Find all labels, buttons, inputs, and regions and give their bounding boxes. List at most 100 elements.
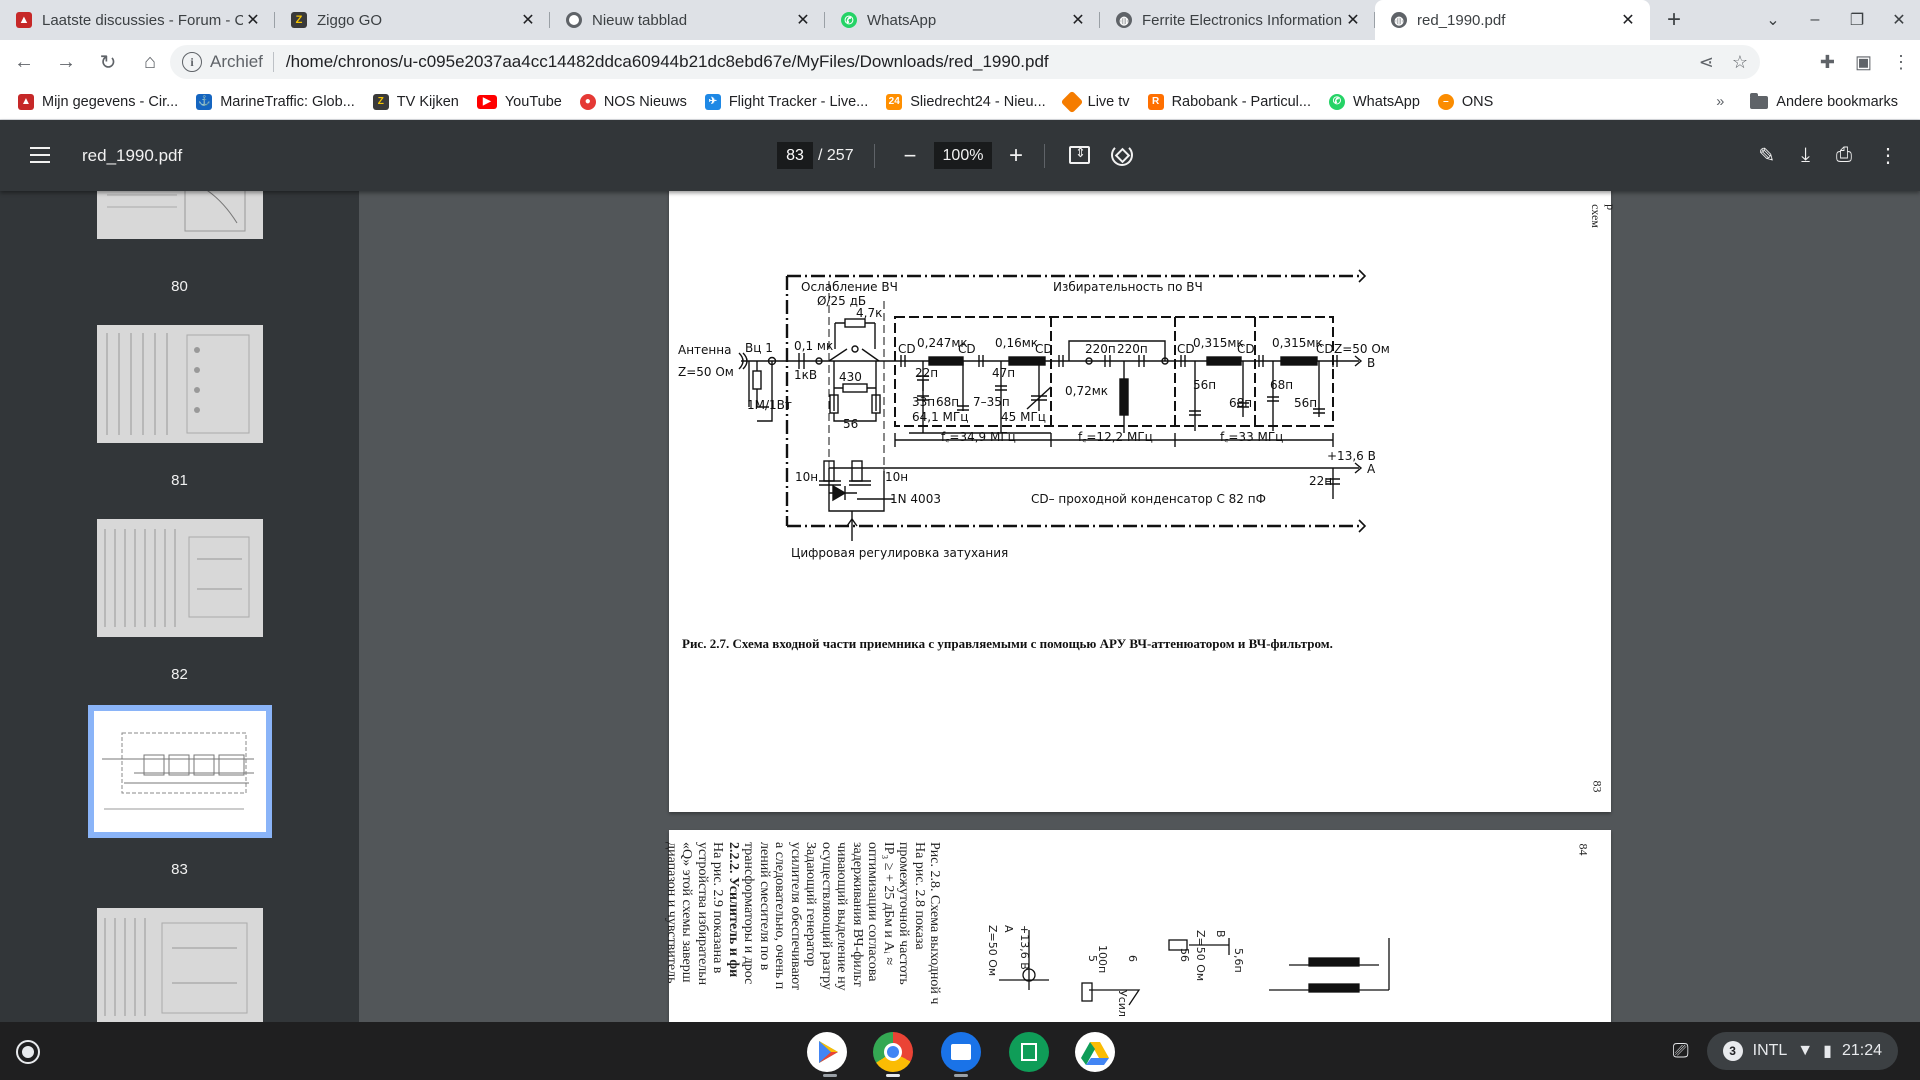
new-tab-button[interactable]: + [1656,2,1692,38]
status-area[interactable]: ⎚ 3 INTL ▼ ▮ 21:24 [1673,1032,1898,1070]
bookmark-label: TV Kijken [396,93,459,110]
label: f꜀=34,9 МГц [941,430,1016,444]
print-icon[interactable]: ⎙ [1836,144,1852,167]
label: Ослабление ВЧ [801,280,898,294]
zoom-out-button[interactable]: − [898,142,922,169]
fit-page-icon[interactable] [1069,145,1090,164]
label: CD [898,342,916,356]
bookmark-item[interactable]: – ONS [1437,93,1494,110]
close-window-icon[interactable]: ✕ [1878,10,1920,30]
back-icon[interactable]: ← [6,44,42,80]
bookmark-icon [1060,90,1083,113]
more-options-icon[interactable]: ⋮ [1878,143,1898,168]
label: 56 [843,417,858,431]
page-thumbnail[interactable] [97,191,263,239]
menu-icon[interactable] [30,147,50,163]
label: 22п [915,366,938,380]
tab[interactable]: ◍ Ferrite Electronics Information ✕ [1100,0,1375,40]
bookmark-item[interactable]: ✆ WhatsApp [1329,93,1420,110]
label: 1М/1Вт [747,398,792,412]
label: 220п [1117,342,1148,356]
tab[interactable]: ✆ WhatsApp ✕ [825,0,1100,40]
tab-search-icon[interactable]: ⌄ [1752,10,1794,30]
battery-icon: ▮ [1823,1043,1832,1060]
rotate-icon[interactable] [1111,144,1133,166]
bookmark-item[interactable]: ⚓ MarineTraffic: Glob... [196,93,355,110]
system-tray[interactable]: 3 INTL ▼ ▮ 21:24 [1706,1032,1898,1070]
zoom-in-button[interactable]: + [1004,142,1028,169]
close-icon[interactable]: ✕ [1068,10,1088,30]
bookmark-item[interactable]: Live tv [1060,90,1130,113]
circuit-schematic: Антенна Z=50 Ом Вц 1 1М/1Вт 0,1 мк 1кВ О… [678,269,1390,560]
label: CD [1035,342,1053,356]
url-text[interactable]: /home/chronos/u-c095e2037aa4cc14482ddca6… [286,52,1049,72]
side-panel-icon[interactable]: ▣ [1855,52,1872,73]
tab-title: Ferrite Electronics Information [1142,11,1343,29]
annotate-pen-icon[interactable]: ✎ [1758,143,1775,168]
close-icon[interactable]: ✕ [1343,10,1363,30]
forward-icon[interactable]: → [48,44,84,80]
bookmark-item[interactable]: Z TV Kijken [372,93,459,110]
label: CD [1177,342,1195,356]
pdf-viewport[interactable]: р схем 83 Антенна Z=50 Ом Вц 1 1М/1Вт 0,… [359,191,1920,1022]
bookmark-item[interactable]: ● NOS Nieuws [579,93,687,110]
thumbnail-content [104,918,248,1016]
sheets-icon[interactable] [1009,1032,1049,1072]
tab[interactable]: Nieuw tabblad ✕ [550,0,825,40]
more-bookmarks-button[interactable]: » [1716,94,1724,110]
label: 4,7к [856,306,882,320]
bookmark-item[interactable]: ▲ Mijn gegevens - Cir... [18,93,179,110]
tab[interactable]: Z Ziggo GO ✕ [275,0,550,40]
label: 0,16мк [995,336,1038,350]
bookmark-item[interactable]: ✈ Flight Tracker - Live... [704,93,868,110]
bookmark-label: Mijn gegevens - Cir... [42,93,179,110]
page-number-input[interactable]: 83 [777,142,813,169]
clock: 21:24 [1841,1042,1882,1059]
page-thumbnail[interactable] [97,908,263,1022]
divider [874,144,875,168]
home-icon[interactable]: ⌂ [132,44,168,80]
bookmarks-overflow: » Andere bookmarks [1716,84,1898,120]
bookmark-icon: ✈ [704,93,721,110]
bookmark-label: Sliedrecht24 - Nieu... [910,93,1046,110]
chrome-menu-icon[interactable]: ⋮ [1892,52,1910,73]
download-icon[interactable]: ⤓ [1801,144,1810,167]
label: 1N 4003 [890,492,941,506]
tab-title: WhatsApp [867,11,937,29]
screen-capture-icon[interactable]: ⎚ [1673,1040,1689,1063]
tab[interactable]: ▲ Laatste discussies - Forum - Ci ✕ [0,0,275,40]
address-bar[interactable]: i Archief /home/chronos/u-c095e2037aa4cc… [170,45,1760,79]
close-icon[interactable]: ✕ [793,10,813,30]
restore-icon[interactable]: ❐ [1836,10,1878,30]
share-icon[interactable]: ⋖ [1699,52,1714,73]
page-thumbnail[interactable] [97,325,263,443]
info-icon[interactable]: i [182,52,202,72]
running-indicator [823,1074,837,1077]
extensions-icon[interactable]: ✚ [1820,52,1835,73]
page-thumbnail-selected[interactable] [88,705,272,838]
close-icon[interactable]: ✕ [518,10,538,30]
toolbar: ← → ↻ ⌂ i Archief /home/chronos/u-c095e2… [0,40,1920,84]
bookmark-item[interactable]: 24 Sliedrecht24 - Nieu... [886,93,1046,110]
play-store-icon[interactable] [807,1032,847,1072]
zoom-input[interactable]: 100% [934,142,992,169]
label: Z=50 Ом [678,365,734,379]
close-icon[interactable]: ✕ [243,10,263,30]
globe-icon: ◍ [1391,12,1407,28]
bookmark-star-icon[interactable]: ☆ [1732,52,1748,73]
reload-icon[interactable]: ↻ [90,44,126,80]
bookmark-item[interactable]: R Rabobank - Particul... [1147,93,1311,110]
chrome-icon[interactable] [873,1032,913,1072]
label: Z=50 Ом [1334,342,1390,356]
other-bookmarks[interactable]: Andere bookmarks [1776,94,1898,110]
bookmark-item[interactable]: ▶ YouTube [476,94,562,110]
bookmark-label: ONS [1461,93,1494,110]
files-icon[interactable] [941,1032,981,1072]
page-thumbnail[interactable] [97,519,263,637]
minimize-icon[interactable]: – [1794,11,1836,29]
tab-active[interactable]: ◍ red_1990.pdf ✕ [1375,0,1650,40]
close-icon[interactable]: ✕ [1618,10,1638,30]
bookmark-icon: ▲ [18,93,34,110]
launcher-icon[interactable] [16,1040,40,1064]
drive-icon[interactable] [1075,1032,1115,1072]
